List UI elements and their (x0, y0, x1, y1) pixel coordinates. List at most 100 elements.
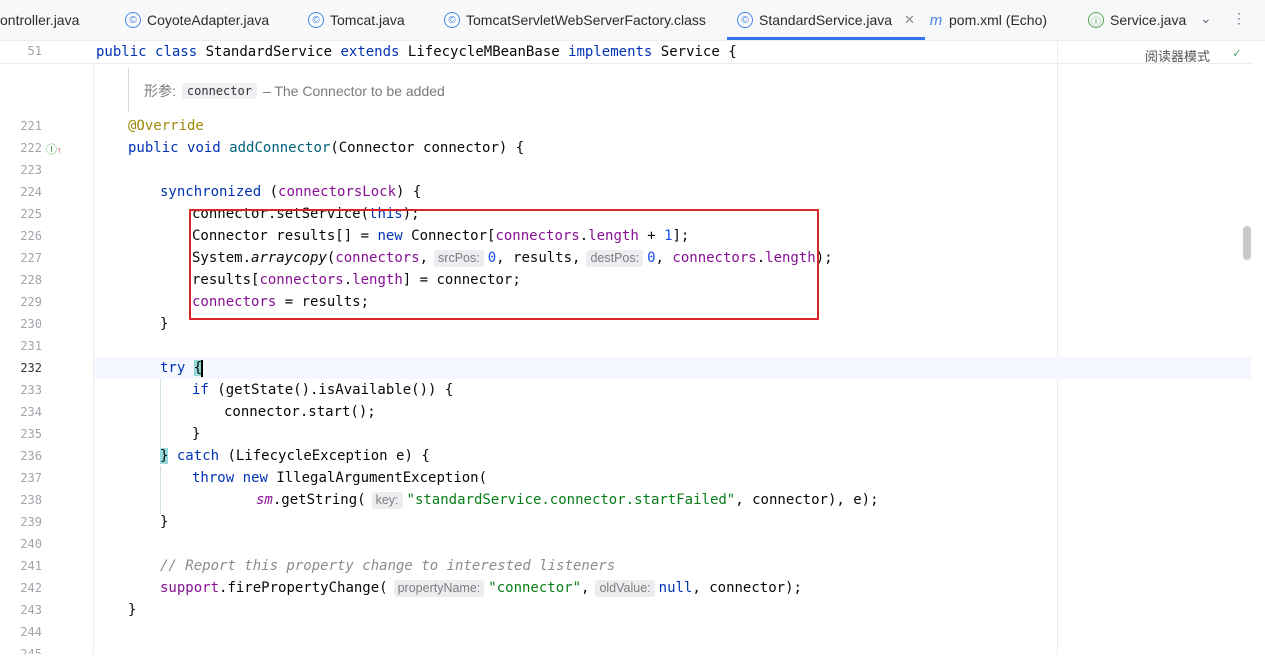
field: support (160, 580, 220, 596)
code-text: IllegalArgumentException( (267, 470, 488, 486)
tab-service-java[interactable]: Ⓘ Service.java (1088, 0, 1186, 40)
tab-label: CoyoteAdapter.java (147, 12, 270, 28)
code-line-239: } (160, 511, 168, 533)
tab-pom-xml[interactable]: m pom.xml (Echo) (929, 0, 1047, 40)
code-text: } (160, 514, 169, 530)
keyword: synchronized (160, 184, 262, 200)
code-line-222: public void addConnector(Connector conne… (128, 137, 524, 159)
tab-tomcat[interactable]: © Tomcat.java (308, 0, 405, 40)
field: connectorsLock (278, 184, 397, 200)
highlight-box (189, 209, 819, 320)
code-text: , connector); (692, 580, 802, 596)
code-text: } (192, 426, 201, 442)
line-number: 222 (20, 141, 42, 155)
parameter-hint: oldValue: (595, 580, 655, 597)
code-line-235: } (192, 423, 200, 445)
line-number: 223 (20, 163, 42, 177)
doc-param-label: 形参: (144, 83, 176, 99)
parameter-hint: key: (371, 492, 403, 509)
keyword: public (96, 44, 147, 60)
code-text: .firePropertyChange( (219, 580, 388, 596)
current-line-highlight (94, 357, 1251, 379)
class-icon: © (444, 12, 460, 28)
code-text: , (581, 580, 590, 596)
tab-label: TomcatServletWebServerFactory.class (466, 12, 706, 28)
indent-guide (160, 378, 161, 448)
line-number-current: 232 (20, 361, 42, 375)
line-number: 51 (27, 44, 42, 58)
code-line-sticky: public class StandardService extends Lif… (96, 41, 737, 63)
matched-brace: } (160, 448, 169, 464)
override-icon: Ⓘ (46, 144, 57, 156)
check-icon[interactable]: ✓ (1233, 46, 1241, 61)
keyword: implements (568, 44, 653, 60)
code-text: (Connector connector) { (330, 140, 525, 156)
string: "connector" (488, 580, 581, 596)
keyword: if (192, 382, 209, 398)
doc-param-name: connector (181, 83, 257, 99)
tab-tomcat-servlet-factory[interactable]: © TomcatServletWebServerFactory.class (444, 0, 706, 40)
tab-label: pom.xml (Echo) (949, 12, 1048, 28)
code-text: (getState().isAvailable()) { (208, 382, 454, 398)
comment: // Report this property change to intere… (160, 558, 616, 574)
implements-method-icon[interactable]: Ⓘ↑ (46, 141, 62, 157)
tab-controller-java[interactable]: ontroller.java (0, 0, 79, 40)
line-number: 239 (20, 515, 42, 529)
line-number: 229 (20, 295, 42, 309)
code-line-232[interactable]: try { (160, 357, 204, 379)
tab-label: Service.java (1110, 12, 1187, 28)
code-line-224: synchronized (connectorsLock) { (160, 181, 421, 203)
code-text: , connector), e); (735, 492, 879, 508)
line-number: 233 (20, 383, 42, 397)
line-number: 224 (20, 185, 42, 199)
line-number: 228 (20, 273, 42, 287)
close-icon[interactable]: ✕ (904, 12, 915, 28)
doc-param-text: – The Connector to be added (262, 83, 445, 99)
keyword: class (155, 44, 198, 60)
line-number: 242 (20, 581, 42, 595)
keyword: new (242, 470, 268, 486)
method-name: addConnector (229, 140, 331, 156)
keyword: throw (192, 470, 235, 486)
code-line-241: // Report this property change to intere… (160, 555, 615, 577)
line-number: 237 (20, 471, 42, 485)
rendered-doc-comment: 形参: connector – The Connector to be adde… (128, 68, 1053, 112)
code-line-236: } catch (LifecycleException e) { (160, 445, 430, 467)
arrow-up-icon: ↑ (57, 145, 62, 155)
code-line-237: throw new IllegalArgumentException( (192, 467, 487, 489)
line-number: 240 (20, 537, 42, 551)
indent-guide (160, 466, 161, 514)
right-margin-guide (1057, 41, 1058, 671)
vertical-scrollbar-thumb[interactable] (1243, 226, 1251, 260)
code-line-243: } (128, 599, 136, 621)
code-line-238: sm.getString(key: "standardService.connec… (256, 489, 879, 511)
chevron-down-icon[interactable]: ⌄ (1200, 10, 1212, 27)
bottom-edge (0, 654, 1265, 671)
keyword: null (658, 580, 693, 596)
reader-mode-button[interactable]: 阅读器模式 (1145, 46, 1210, 65)
more-icon[interactable]: ⋮ (1232, 10, 1246, 27)
keyword: public (128, 140, 179, 156)
code-line-234: connector.start(); (224, 401, 376, 423)
code-text: (LifecycleException e) { (219, 448, 430, 464)
tab-coyote-adapter[interactable]: © CoyoteAdapter.java (125, 0, 269, 40)
line-number: 221 (20, 119, 42, 133)
maven-icon: m (929, 11, 943, 29)
field: sm (256, 492, 273, 508)
code-text: connector.start(); (224, 404, 376, 420)
line-number: 226 (20, 229, 42, 243)
class-icon: © (125, 12, 141, 28)
tab-standard-service[interactable]: © StandardService.java ✕ (727, 0, 925, 40)
line-number: 231 (20, 339, 42, 353)
line-number: 230 (20, 317, 42, 331)
class-name: StandardService (197, 44, 341, 60)
keyword: try (160, 360, 186, 376)
class-name: LifecycleMBeanBase (399, 44, 569, 60)
code-text: } (128, 602, 137, 618)
line-number: 244 (20, 625, 42, 639)
keyword: extends (340, 44, 400, 60)
code-text: ( (261, 184, 279, 200)
parameter-hint: propertyName: (393, 580, 485, 597)
code-text: } (160, 316, 169, 332)
tab-label: Tomcat.java (330, 12, 405, 28)
